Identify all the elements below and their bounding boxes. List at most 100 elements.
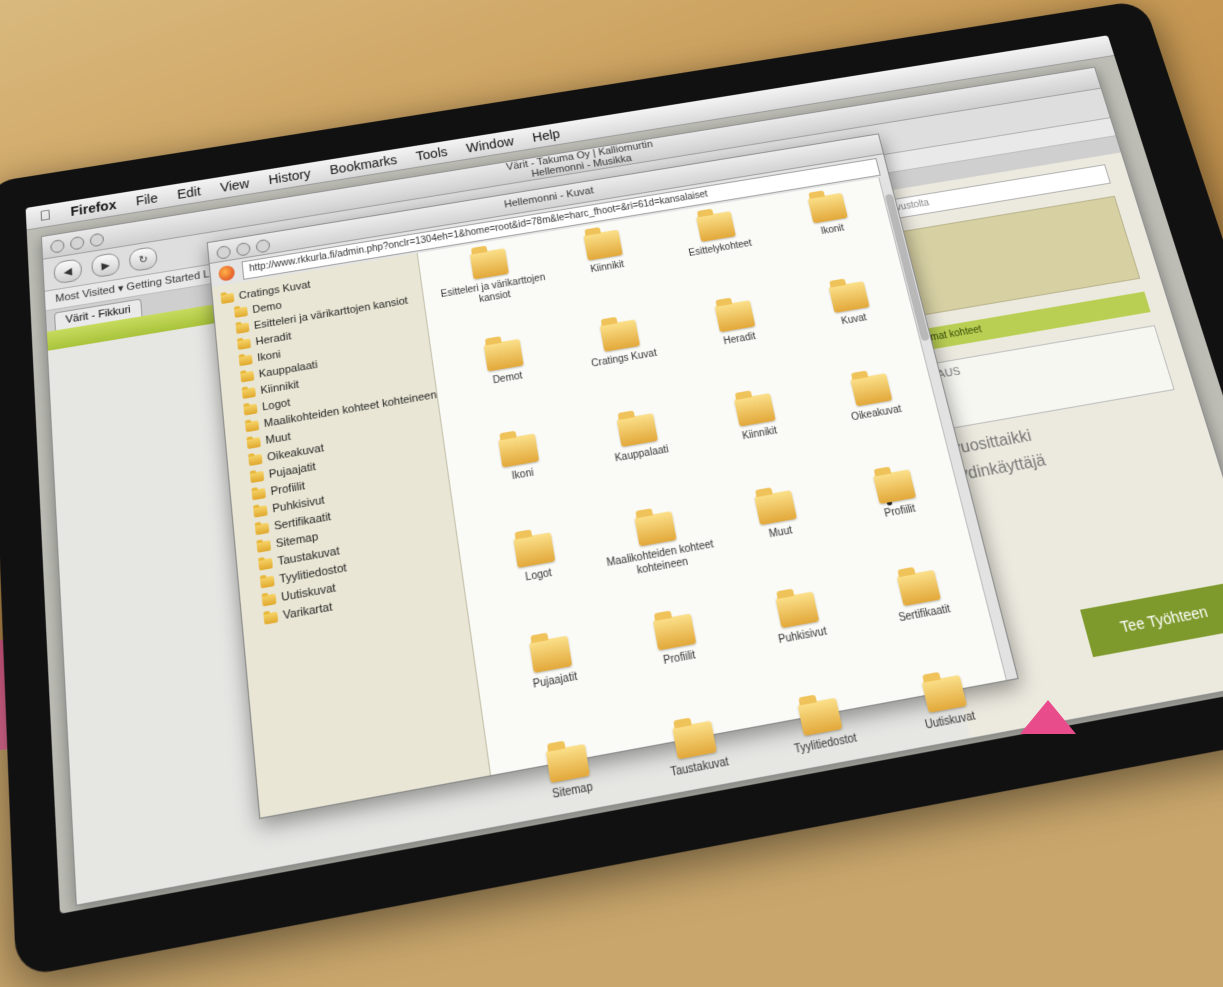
file-panes: Cratings Kuvat Demo Esitteleri ja värikart… [212, 176, 1018, 818]
folder-label: Logot [525, 567, 553, 584]
folder-icon [251, 487, 265, 499]
folder-icon [247, 436, 261, 448]
menu-file[interactable]: File [135, 191, 158, 209]
folder-label: Kiinnikit [590, 259, 626, 276]
folder-icon [263, 611, 278, 624]
folder-icon [617, 413, 658, 447]
folder-icon [734, 393, 776, 427]
menu-app-name[interactable]: Firefox [70, 197, 117, 219]
folder-item[interactable]: Kauppalaati [578, 407, 710, 521]
folder-icon [696, 211, 736, 242]
firefox-icon [218, 265, 235, 282]
tree-item-label: Muut [265, 430, 291, 446]
folder-label: Ikoni [511, 467, 535, 483]
folder-icon [256, 540, 271, 553]
folder-icon [754, 490, 797, 525]
forward-button[interactable]: ▶ [91, 252, 120, 278]
folder-label: Demot [492, 371, 523, 388]
tree-item-label: Ikoni [257, 348, 282, 363]
folder-item[interactable]: Kiinnikit [695, 387, 828, 500]
folder-icon [484, 339, 524, 372]
folder-item[interactable]: Puhkisivut [735, 584, 875, 707]
folder-label: Taustakuvat [670, 756, 730, 780]
folder-label: Kauppalaati [614, 444, 670, 465]
folder-item[interactable]: Profiilit [834, 463, 972, 580]
folder-label: Muut [768, 525, 793, 541]
folder-item[interactable]: Kiinnikit [546, 223, 672, 327]
folder-icon [237, 338, 251, 350]
folder-icon [240, 370, 254, 382]
folder-icon [255, 522, 270, 535]
pink-arrow-shape [1020, 700, 1076, 734]
folder-icon [221, 292, 235, 303]
laptop:  Firefox File Edit View History Bookmar… [0, 0, 1223, 962]
folder-item[interactable]: Muut [715, 483, 852, 601]
folder-item[interactable]: Ikonit [771, 187, 899, 290]
folder-label: Kiinnikit [741, 425, 778, 443]
folder-item[interactable]: Profiilit [613, 606, 752, 731]
folder-icon [236, 322, 250, 334]
folder-icon [243, 403, 257, 415]
folder-item[interactable]: Pujaajatit [489, 628, 626, 754]
folder-label: Heradit [723, 331, 757, 348]
close-window-button[interactable] [216, 245, 231, 260]
folder-icon [253, 505, 268, 518]
folder-icon [797, 698, 842, 736]
folder-icon [258, 557, 273, 570]
back-button[interactable]: ◀ [53, 258, 82, 284]
folder-label: Oikeakuvat [850, 404, 903, 424]
folder-icon [653, 613, 697, 650]
folder-icon [260, 575, 275, 588]
reload-icon[interactable]: ↻ [129, 246, 158, 272]
folder-item[interactable]: Ikoni [459, 427, 590, 542]
apple-icon[interactable]:  [39, 207, 51, 224]
folder-label: Profiilit [663, 650, 697, 669]
folder-icon [470, 248, 509, 279]
folder-icon [850, 373, 892, 406]
folder-icon [600, 319, 640, 351]
folder-icon [873, 469, 916, 504]
folder-item[interactable]: Esitteleri ja värikarttojen kansiot [433, 242, 558, 347]
folder-icon [250, 470, 264, 482]
folder-icon [921, 675, 966, 713]
folder-label: Ikonit [820, 223, 845, 238]
folder-icon [242, 387, 256, 399]
folder-label: Uutiskuvat [924, 710, 977, 733]
folder-icon [828, 281, 869, 313]
folder-item[interactable]: Oikeakuvat [812, 367, 947, 479]
minimize-window-button[interactable] [236, 242, 251, 257]
folder-icon [584, 230, 624, 261]
folder-item[interactable]: Cratings Kuvat [562, 313, 691, 422]
folder-icon [514, 532, 556, 568]
folder-icon [807, 193, 847, 224]
folder-item[interactable]: Logot [474, 525, 608, 645]
folder-icon [234, 306, 248, 317]
folder-icon [775, 592, 819, 629]
menu-window[interactable]: Window [465, 134, 515, 155]
folder-label: Profiilit [884, 503, 917, 521]
menu-tools[interactable]: Tools [415, 144, 448, 163]
folder-item[interactable]: Heradit [677, 294, 807, 402]
folder-label: Sertifikaatit [898, 603, 953, 625]
folder-item[interactable]: Sertifikaatit [857, 563, 999, 685]
menu-help[interactable]: Help [531, 126, 561, 144]
site-cta-button[interactable]: Tee Työhteen [1080, 582, 1223, 657]
folder-label: Esittelykohteet [688, 238, 753, 259]
folder-label: Puhkisivut [778, 626, 829, 648]
folder-icon [714, 300, 755, 332]
folder-item[interactable]: Kuvat [791, 275, 922, 382]
folder-label: Pujaajatit [532, 671, 578, 692]
folder-label: Tyylitiedostot [793, 732, 858, 757]
folder-icon [530, 636, 573, 673]
folder-item[interactable]: Maalikohteiden kohteet kohteineen [595, 504, 730, 623]
menu-view[interactable]: View [219, 176, 250, 195]
zoom-window-button[interactable] [255, 239, 270, 254]
folder-item[interactable]: Demot [446, 332, 574, 442]
folder-icon [634, 511, 676, 546]
folder-item[interactable]: Esittelykohteet [659, 205, 786, 309]
folder-label: Kuvat [840, 313, 868, 328]
menu-history[interactable]: History [268, 166, 312, 187]
folder-label: Cratings Kuvat [591, 348, 658, 370]
menu-edit[interactable]: Edit [177, 184, 202, 202]
folder-icon [499, 433, 540, 467]
